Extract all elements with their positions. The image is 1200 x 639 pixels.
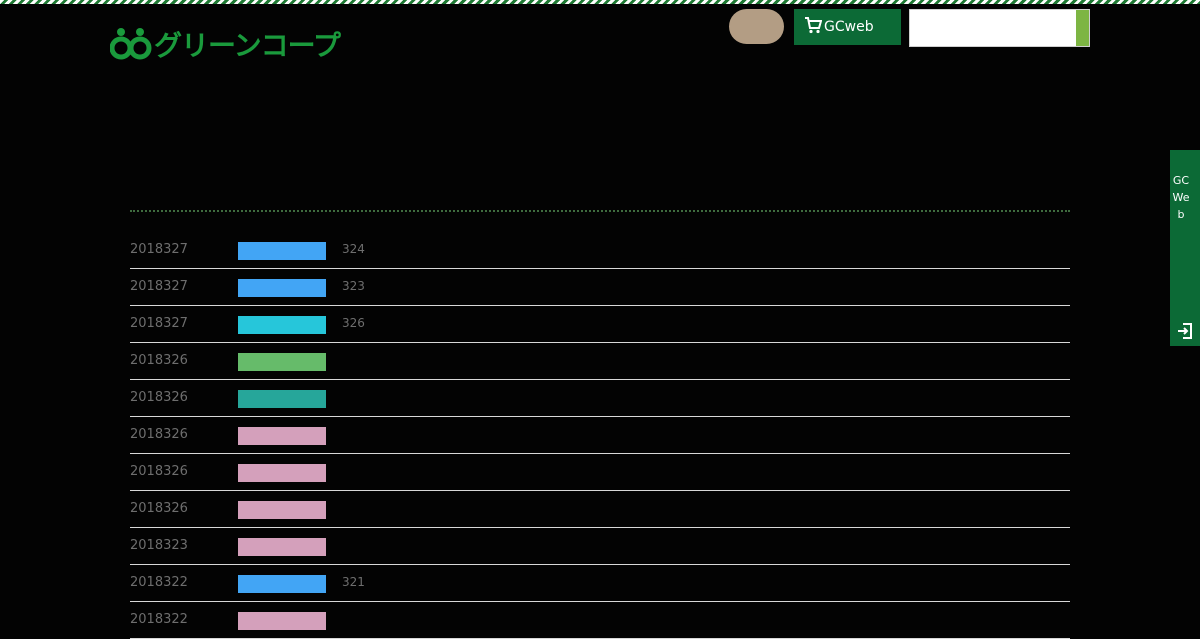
news-date: 2018326 (130, 427, 188, 442)
news-category-tag (238, 575, 326, 593)
news-date: 2018322 (130, 575, 188, 590)
gcweb-button[interactable]: GCweb (794, 9, 901, 45)
news-date: 2018326 (130, 353, 188, 368)
news-title[interactable]: 323 (342, 279, 365, 293)
news-list: 2018327 324 2018327 323 2018327 326 2018326 201… (130, 232, 1070, 639)
news-item[interactable]: 2018326 (130, 380, 1070, 417)
news-date: 2018326 (130, 464, 188, 479)
news-item[interactable]: 2018322 (130, 602, 1070, 639)
news-item[interactable]: 2018326 (130, 417, 1070, 454)
news-category-tag (238, 538, 326, 556)
news-item[interactable]: 2018323 (130, 528, 1070, 565)
search-box (909, 9, 1090, 47)
news-item[interactable]: 2018326 (130, 343, 1070, 380)
news-category-tag (238, 501, 326, 519)
news-category-tag (238, 390, 326, 408)
section-divider (130, 210, 1070, 212)
news-item[interactable]: 2018327 326 (130, 306, 1070, 343)
news-category-tag (238, 353, 326, 371)
news-category-tag (238, 279, 326, 297)
news-date: 2018326 (130, 390, 188, 405)
news-date: 2018323 (130, 538, 188, 553)
news-date: 2018327 (130, 316, 188, 331)
search-submit-button[interactable] (1076, 10, 1089, 46)
top-stripe (0, 0, 1200, 4)
news-item[interactable]: 2018322 321 (130, 565, 1070, 602)
logo-mark-icon (109, 28, 152, 60)
search-input[interactable] (910, 10, 1074, 44)
news-category-tag (238, 242, 326, 260)
news-title[interactable]: 326 (342, 316, 365, 330)
menu-pill-button[interactable] (729, 9, 784, 44)
news-item[interactable]: 2018327 324 (130, 232, 1070, 269)
news-date: 2018322 (130, 612, 188, 627)
login-icon (1178, 323, 1192, 339)
news-item[interactable]: 2018327 323 (130, 269, 1070, 306)
news-title[interactable]: 321 (342, 575, 365, 589)
news-category-tag (238, 464, 326, 482)
news-date: 2018326 (130, 501, 188, 516)
news-date: 2018327 (130, 279, 188, 294)
side-tab-label: GCWeb (1172, 174, 1190, 221)
logo-text: グリーンコープ (154, 29, 341, 62)
news-item[interactable]: 2018326 (130, 491, 1070, 528)
news-category-tag (238, 612, 326, 630)
gcweb-button-label: GCweb (824, 19, 874, 35)
news-category-tag (238, 316, 326, 334)
gcweb-side-tab[interactable]: GCWeb (1170, 150, 1200, 346)
news-item[interactable]: 2018326 (130, 454, 1070, 491)
greencoop-logo[interactable]: グリーンコープ (109, 24, 341, 62)
news-category-tag (238, 427, 326, 445)
news-date: 2018327 (130, 242, 188, 257)
cart-icon (805, 17, 822, 34)
news-title[interactable]: 324 (342, 242, 365, 256)
